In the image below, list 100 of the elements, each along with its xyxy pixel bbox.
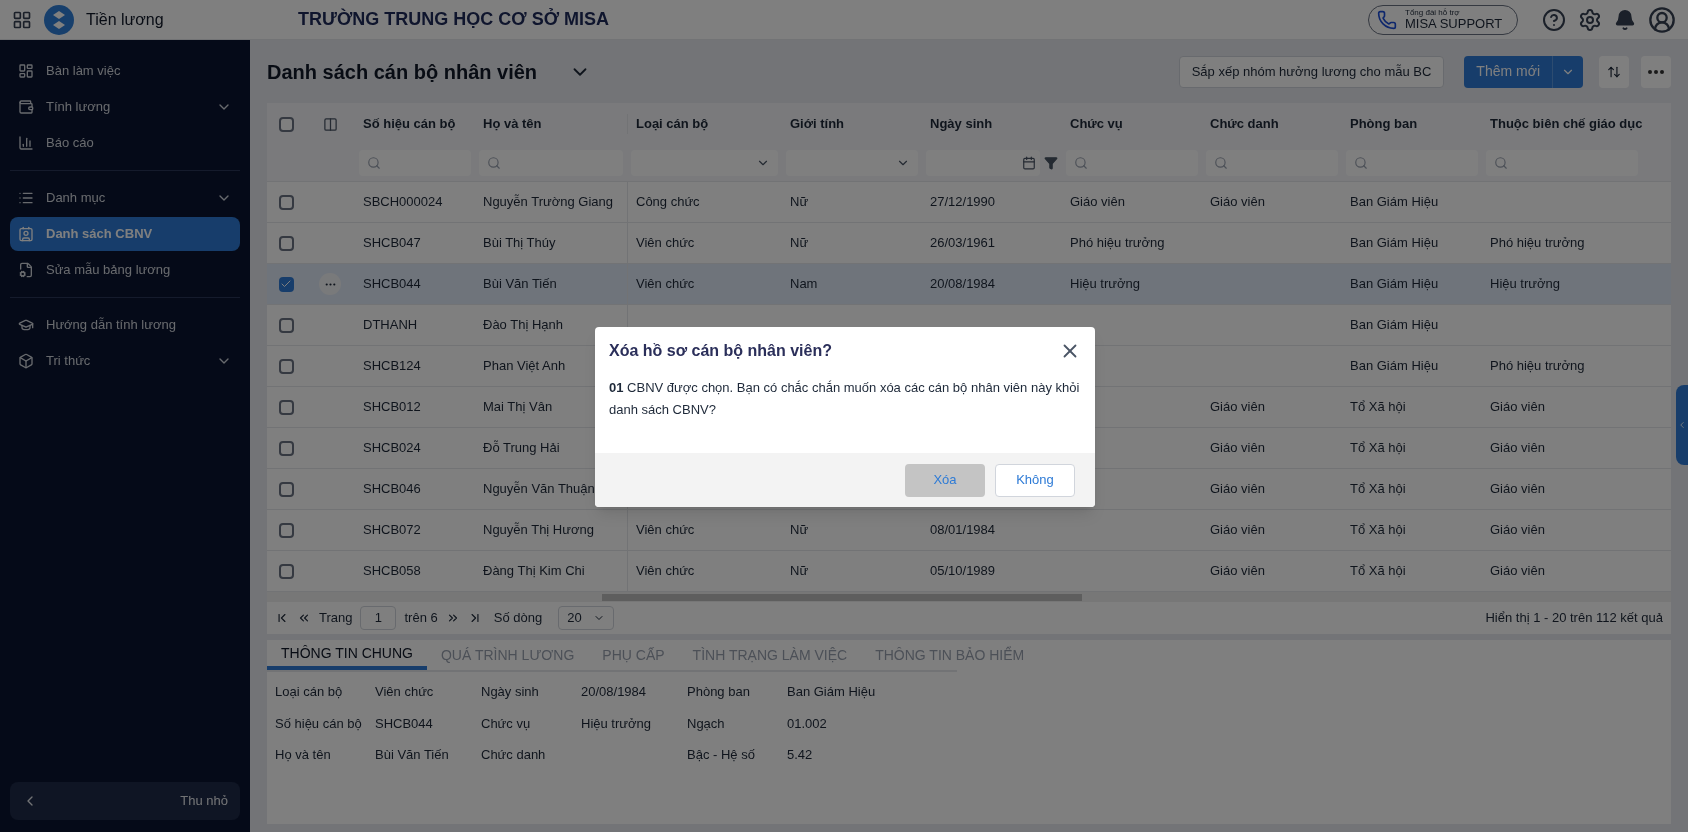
table-cell-text: Đàng Thị Kim Chi xyxy=(483,562,585,581)
column-header[interactable]: Thuộc biên chế giáo dục xyxy=(1482,114,1642,134)
table-cell-text: Giáo viên xyxy=(1490,398,1545,417)
filter-field[interactable] xyxy=(359,150,471,176)
row-checkbox[interactable] xyxy=(278,440,294,456)
column-header[interactable]: Số hiệu cán bộ xyxy=(355,114,475,134)
table-cell-text: Ban Giám Hiệu xyxy=(1350,193,1439,212)
row-checkbox[interactable] xyxy=(278,563,294,579)
select-all-checkbox[interactable] xyxy=(278,116,294,132)
table-row[interactable]: SHCB047 Bùi Thị Thúy Viên chức Nữ 26/03/1961 Phó hiệu trưởng Ban Giám Hiệu Phó hiệu trưởng xyxy=(267,223,1671,264)
first-page-icon[interactable] xyxy=(275,611,289,625)
table-cell-text: Giáo viên xyxy=(1490,439,1545,458)
horizontal-scrollbar-thumb[interactable] xyxy=(602,594,1082,601)
app-grid-icon[interactable] xyxy=(12,9,32,30)
side-panel-toggle[interactable] xyxy=(1676,385,1688,465)
detail-tab[interactable]: THÔNG TIN CHUNG xyxy=(267,640,427,670)
table-cell-text: Nam xyxy=(790,275,818,294)
table-cell-text: Phó hiệu trưởng xyxy=(1070,234,1165,253)
table-cell-text: Nguyễn Văn Thuận xyxy=(483,480,595,499)
filter-icon[interactable] xyxy=(1044,156,1058,170)
table-cell-text: Nữ xyxy=(790,234,809,253)
sidebar-item[interactable]: Sửa mẫu bảng lương xyxy=(10,253,240,287)
help-icon[interactable] xyxy=(1542,7,1566,32)
row-checkbox[interactable] xyxy=(278,522,294,538)
table-cell-text: Giáo viên xyxy=(1490,562,1545,581)
sidebar-item[interactable]: Tính lương xyxy=(10,90,240,124)
row-checkbox[interactable] xyxy=(278,276,294,292)
sidebar-item[interactable]: Bàn làm việc xyxy=(10,54,240,88)
table-cell-text: SBCH000024 xyxy=(363,193,443,212)
date-filter-field[interactable] xyxy=(926,150,1040,176)
table-cell-text: Hiệu trưởng xyxy=(1070,275,1140,294)
detail-label: Số hiệu cán bộ xyxy=(275,714,363,733)
table-row[interactable]: SHCB044 Bùi Văn Tiến Viên chức Nam 20/08/1984 Hiệu trưởng Ban Giám Hiệu Hiệu trưởng xyxy=(267,264,1671,305)
detail-value: Viên chức xyxy=(375,684,434,699)
add-button[interactable]: Thêm mới xyxy=(1464,55,1552,88)
rows-per-page-dropdown[interactable]: 20 xyxy=(558,606,615,630)
table-cell-text: Giáo viên xyxy=(1210,193,1265,212)
table-row[interactable]: SBCH000024 Nguyễn Trường Giang Công chức Nữ 27/12/1990 Giáo viên Giáo viên Ban Giám Hiệu xyxy=(267,182,1671,223)
column-header[interactable]: Ngày sinh xyxy=(922,114,1062,134)
row-checkbox[interactable] xyxy=(278,317,294,333)
row-checkbox[interactable] xyxy=(278,399,294,415)
table-cell-text: SHCB124 xyxy=(363,357,421,376)
sidebar-item[interactable]: Báo cáo xyxy=(10,126,240,160)
detail-label: Phòng ban xyxy=(687,683,751,701)
table-cell-text: SHCB024 xyxy=(363,439,421,458)
table-cell-text: Ban Giám Hiệu xyxy=(1350,275,1439,294)
table-cell-text: 05/10/1989 xyxy=(930,562,996,581)
search-icon xyxy=(1354,156,1368,170)
table-cell-text: Ban Giám Hiệu xyxy=(1350,234,1439,253)
dialog-button[interactable]: Không xyxy=(995,463,1075,497)
column-header[interactable]: Giới tính xyxy=(782,114,922,134)
column-header[interactable]: Họ và tên xyxy=(475,114,627,134)
table-row[interactable]: SHCB072 Nguyễn Thị Hương Viên chức Nữ 08/01/1984 Giáo viên Tổ Xã hội Giáo viên xyxy=(267,510,1671,551)
filter-field[interactable] xyxy=(1486,150,1638,176)
column-header[interactable]: Chức danh xyxy=(1202,114,1342,134)
sort-group-button[interactable]: Sắp xếp nhóm hưởng lương cho mẫu BC xyxy=(1178,55,1445,88)
graduation-icon xyxy=(18,317,34,333)
avatar-icon[interactable] xyxy=(1648,5,1676,34)
table-cell-text: 08/01/1984 xyxy=(930,521,996,540)
row-actions-button[interactable] xyxy=(319,273,341,295)
logo-icon xyxy=(44,4,74,35)
page-field[interactable]: 1 xyxy=(360,606,397,630)
search-icon xyxy=(1214,156,1228,170)
dialog-message: 01 CBNV được chọn. Bạn có chắc chắn muốn xóa các cán bộ nhân viên này khỏi danh sách CBNV? xyxy=(608,379,1081,419)
filter-field[interactable] xyxy=(1346,150,1478,176)
filter-field[interactable] xyxy=(1066,150,1198,176)
detail-value: 5.42 xyxy=(787,747,813,762)
sidebar-item[interactable]: Tri thức xyxy=(10,344,240,378)
table-cell-text: Ban Giám Hiệu xyxy=(1350,316,1439,335)
detail-value: SHCB044 xyxy=(375,715,433,731)
collapse-button[interactable]: Thu nhỏ xyxy=(10,782,240,820)
table-cell-text: Tổ Xã hội xyxy=(1350,480,1406,499)
detail-value: 01.002 xyxy=(787,715,827,731)
bell-icon[interactable] xyxy=(1614,8,1636,31)
table-cell-text: Bùi Thị Thúy xyxy=(483,234,556,253)
check-icon xyxy=(280,278,292,290)
table-cell-text: Nguyễn Thị Hương xyxy=(483,521,594,540)
table-cell-text: SHCB047 xyxy=(363,234,421,253)
column-layout-icon[interactable] xyxy=(322,116,338,132)
sidebar-item[interactable]: Danh mục xyxy=(10,181,240,215)
settings-icon[interactable] xyxy=(1578,7,1602,32)
row-checkbox[interactable] xyxy=(278,358,294,374)
more-button[interactable] xyxy=(1641,55,1671,88)
sort-button[interactable] xyxy=(1599,55,1629,88)
table-cell-text: Viên chức xyxy=(636,234,695,253)
column-header[interactable]: Loại cán bộ xyxy=(627,114,782,134)
sidebar-item[interactable]: Danh sách CBNV xyxy=(10,217,240,251)
row-checkbox[interactable] xyxy=(278,235,294,251)
filter-field[interactable] xyxy=(479,150,623,176)
row-checkbox[interactable] xyxy=(278,194,294,210)
row-checkbox[interactable] xyxy=(278,481,294,497)
previous-page-icon[interactable] xyxy=(297,611,311,625)
page-title: Danh sách cán bộ nhân viên xyxy=(267,59,538,85)
table-cell-text: Ban Giám Hiệu xyxy=(1350,357,1439,376)
filter-field[interactable] xyxy=(1206,150,1338,176)
sidebar-item[interactable]: Hướng dẫn tính lương xyxy=(10,308,240,342)
table-cell-text: Giáo viên xyxy=(1210,562,1265,581)
column-header[interactable]: Phòng ban xyxy=(1342,114,1482,134)
table-row[interactable]: SHCB058 Đàng Thị Kim Chi Viên chức Nữ 05/10/1989 Giáo viên Tổ Xã hội Giáo viên xyxy=(267,551,1671,592)
column-header[interactable]: Chức vụ xyxy=(1062,114,1202,134)
